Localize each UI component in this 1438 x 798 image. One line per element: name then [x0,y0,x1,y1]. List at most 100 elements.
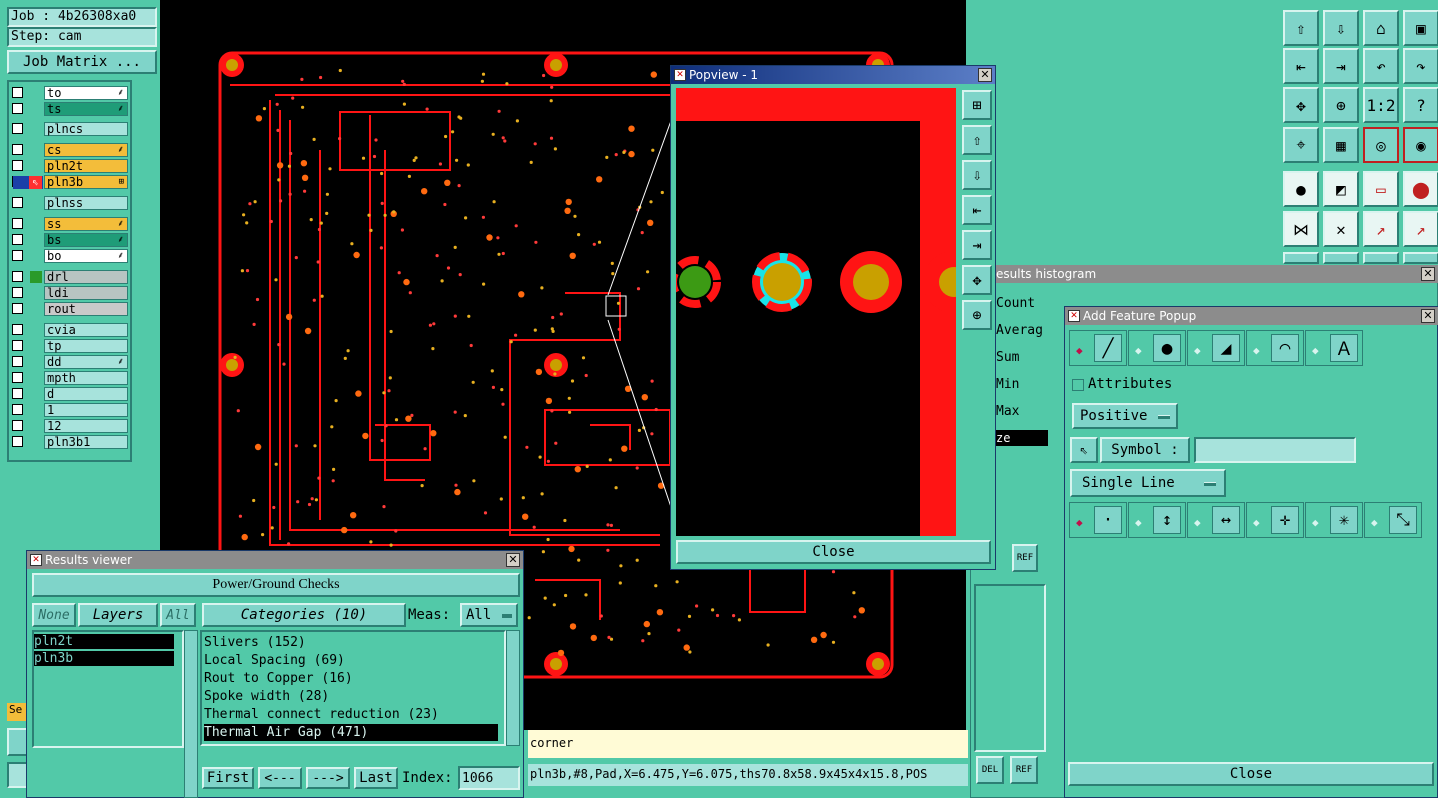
result-layer-item[interactable]: pln2t [34,634,174,649]
pad-tool-option[interactable]: ◆ ● [1128,330,1186,366]
close-icon[interactable] [1421,267,1435,281]
layer-name[interactable]: rout [44,302,128,316]
last-button[interactable]: Last [354,767,398,789]
tool-redo-button[interactable]: ↷ [1403,48,1438,84]
tool-net-connect-button[interactable]: ⋈ [1283,211,1319,247]
category-item[interactable]: Slivers (152) [204,634,498,651]
layer-row-12[interactable]: 12 [12,419,128,433]
layer-name[interactable]: pln3b ⊞ [44,175,128,189]
index-input[interactable] [458,766,520,790]
layer-name[interactable]: to ⸙ [44,86,128,100]
layer-name[interactable]: mpth [44,371,128,385]
layer-checkbox[interactable] [12,87,23,98]
layer-name[interactable]: cs ⸙ [44,143,128,157]
tool-snap-center-button[interactable]: ◎ [1363,127,1399,163]
polarity-dropdown[interactable]: Positive [1072,403,1178,429]
layer-row-tp[interactable]: tp [12,339,128,353]
layer-row-ldi[interactable]: ldi [12,286,128,300]
tool-fit-page-button[interactable]: ✥ [1283,87,1319,123]
popview-zoom-button[interactable]: ⊞ [962,90,992,120]
job-matrix-button[interactable]: Job Matrix ... [7,50,157,74]
line-mode-dropdown[interactable]: Single Line [1070,469,1226,497]
ref-button[interactable]: REF [1012,544,1038,572]
histogram-title-bar[interactable]: esults histogram [970,265,1438,283]
text-tool-option[interactable]: ◆ Ａ [1305,330,1363,366]
category-item[interactable]: Local Spacing (69) [204,652,498,669]
meas-dropdown[interactable]: All [460,603,518,627]
layer-checkbox[interactable] [12,234,23,245]
layer-checkbox[interactable] [12,388,23,399]
symbol-input[interactable] [1194,437,1356,463]
popview-right-button[interactable]: ⇥ [962,230,992,260]
layer-row-d[interactable]: d [12,387,128,401]
symbol-picker-button[interactable]: ⇖ [1070,437,1098,463]
close-icon[interactable] [978,68,992,82]
tool-grid-button[interactable]: ▦ [1323,127,1359,163]
layer-name[interactable]: plnss [44,196,128,210]
layer-list-scrollbar[interactable] [184,630,198,798]
popview-up-button[interactable]: ⇧ [962,125,992,155]
tool-pan-right-button[interactable]: ⇥ [1323,48,1359,84]
add-feature-close-button[interactable]: Close [1068,762,1434,786]
layer-name[interactable]: drl [44,270,128,284]
none-button[interactable]: None [32,603,76,627]
tool-route-arrow-alt-button[interactable]: ↗ [1403,211,1438,247]
layer-checkbox[interactable] [12,372,23,383]
layer-name[interactable]: plncs [44,122,128,136]
layer-row-bs[interactable]: bs ⸙ [12,233,128,247]
layer-name[interactable]: bs ⸙ [44,233,128,247]
layer-name[interactable]: cvia [44,323,128,337]
popview-canvas[interactable] [669,88,985,536]
close-icon[interactable] [1421,309,1435,323]
tool-undo-button[interactable]: ↶ [1363,48,1399,84]
popview-close-button[interactable]: Close [676,540,991,564]
diagonal-snap-option[interactable]: ◆ ⤡ [1364,502,1422,538]
surface-tool-option[interactable]: ◆ ◢ [1187,330,1245,366]
layer-checkbox[interactable] [12,303,23,314]
layer-name[interactable]: dd ⸙ [44,355,128,369]
layer-checkbox[interactable] [12,160,23,171]
results-viewer-title-bar[interactable]: ✕ Results viewer [27,551,523,569]
tool-ruler-button[interactable]: ▭ [1363,171,1399,207]
expand-snap-option[interactable]: ◆ ✳ [1305,502,1363,538]
next-button[interactable]: ---> [306,767,350,789]
layer-row-pln2t[interactable]: pln2t [12,159,128,173]
tool-cross-snap-button[interactable]: ✕ [1323,211,1359,247]
tool-measure-button[interactable]: ⌖ [1283,127,1319,163]
layer-checkbox[interactable] [12,218,23,229]
ref-button-2[interactable]: REF [1010,756,1038,784]
popview-down-button[interactable]: ⇩ [962,160,992,190]
layer-row-to[interactable]: to ⸙ [12,86,128,100]
layer-row-ss[interactable]: ss ⸙ [12,217,128,231]
tool-pad-arrow-button[interactable]: ● [1283,171,1319,207]
tool-partial-button[interactable] [1363,252,1399,264]
tool-partial-button[interactable] [1283,252,1319,264]
layer-checkbox[interactable] [12,103,23,114]
layer-checkbox[interactable] [12,324,23,335]
tool-zoom-center-button[interactable]: ⊕ [1323,87,1359,123]
tool-select-arrow-button[interactable]: ◩ [1323,171,1359,207]
category-scrollbar[interactable] [506,630,520,746]
tool-partial-button[interactable] [1323,252,1359,264]
layer-name[interactable]: 1 [44,403,128,417]
layer-name[interactable]: tp [44,339,128,353]
layer-checkbox[interactable] [12,250,23,261]
popview-center-button[interactable]: ⊕ [962,300,992,330]
tool-scale-1to2-button[interactable]: 1:2 [1363,87,1399,123]
popview-fit-button[interactable]: ✥ [962,265,992,295]
layer-checkbox[interactable] [12,287,23,298]
layer-row-rout[interactable]: rout [12,302,128,316]
layer-checkbox[interactable] [12,404,23,415]
layer-row-cs[interactable]: cs ⸙ [12,143,128,157]
layer-checkbox[interactable] [12,420,23,431]
categories-button[interactable]: Categories (10) [202,603,406,627]
tool-help-button[interactable]: ? [1403,87,1438,123]
layer-row-plncs[interactable]: plncs [12,122,128,136]
horizontal-snap-option[interactable]: ◆ ↔ [1187,502,1245,538]
layer-name[interactable]: pln3b1 [44,435,128,449]
tool-route-arrow-button[interactable]: ↗ [1363,211,1399,247]
layer-row-pln3b1[interactable]: pln3b1 [12,435,128,449]
layer-checkbox[interactable] [12,271,23,282]
cross-snap-option[interactable]: ◆ ✛ [1246,502,1304,538]
layer-name[interactable]: bo ⸙ [44,249,128,263]
